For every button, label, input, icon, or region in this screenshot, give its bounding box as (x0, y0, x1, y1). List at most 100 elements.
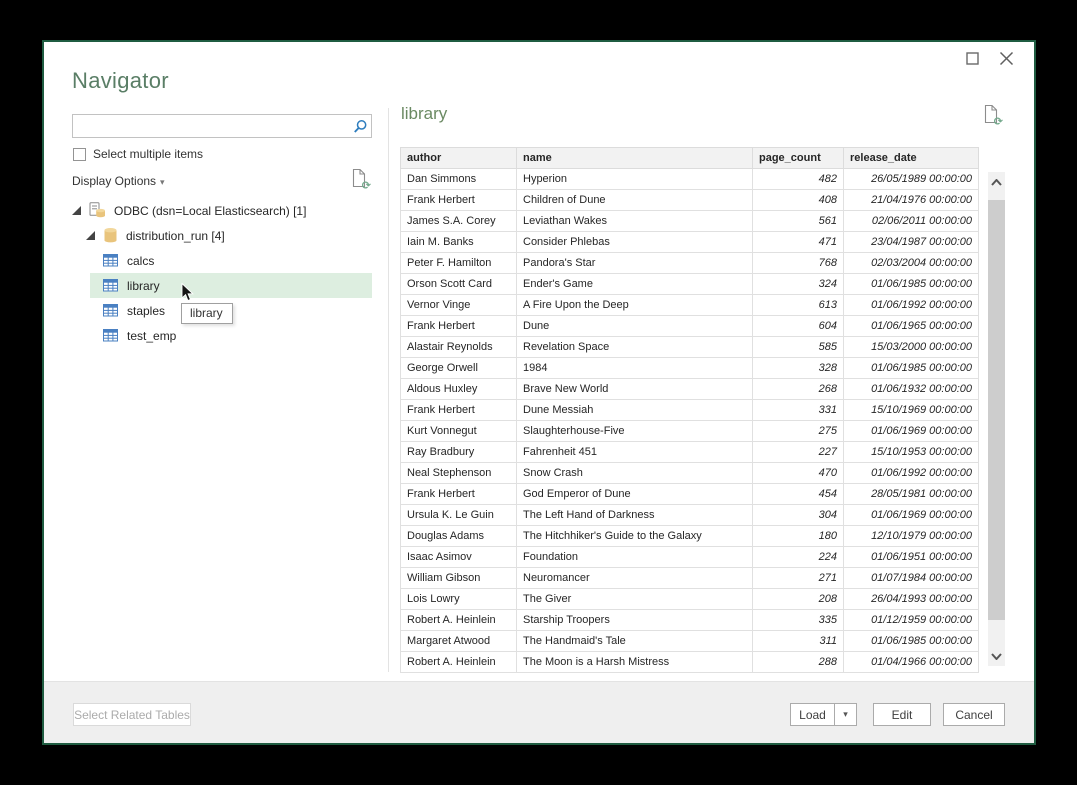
column-header: author (401, 148, 517, 169)
table-cell: 227 (753, 442, 844, 463)
tree-expanded-arrow-icon[interactable] (86, 231, 96, 240)
preview-scrollbar[interactable] (988, 172, 1005, 666)
table-row: Ursula K. Le GuinThe Left Hand of Darkne… (401, 505, 979, 526)
table-cell: 01/06/1932 00:00:00 (844, 379, 979, 400)
tree-refresh-button[interactable]: ⟳ (350, 168, 372, 192)
mouse-cursor-icon (181, 283, 195, 308)
table-row: Peter F. HamiltonPandora's Star76802/03/… (401, 253, 979, 274)
select-related-tables-button[interactable]: Select Related Tables (73, 703, 191, 726)
table-row: James S.A. CoreyLeviathan Wakes56102/06/… (401, 211, 979, 232)
table-row: Frank HerbertDune60401/06/1965 00:00:00 (401, 316, 979, 337)
table-row: William GibsonNeuromancer27101/07/1984 0… (401, 568, 979, 589)
load-dropdown-button[interactable]: ▾ (834, 703, 857, 726)
table-row: Frank HerbertChildren of Dune40821/04/19… (401, 190, 979, 211)
maximize-button[interactable] (962, 48, 982, 68)
table-cell: 454 (753, 484, 844, 505)
table-cell: 470 (753, 463, 844, 484)
table-cell: Revelation Space (517, 337, 753, 358)
preview-refresh-button[interactable]: ⟳ (982, 104, 1004, 128)
table-cell: 12/10/1979 00:00:00 (844, 526, 979, 547)
table-cell: 335 (753, 610, 844, 631)
table-cell: Foundation (517, 547, 753, 568)
table-cell: Starship Troopers (517, 610, 753, 631)
edit-button[interactable]: Edit (873, 703, 931, 726)
tree-item-label: distribution_run [4] (126, 229, 225, 243)
load-button[interactable]: Load (790, 703, 835, 726)
table-cell: 02/06/2011 00:00:00 (844, 211, 979, 232)
search-box (72, 114, 372, 138)
table-row: Frank HerbertDune Messiah33115/10/1969 0… (401, 400, 979, 421)
table-grid-icon (103, 329, 118, 342)
preview-table-body: Dan SimmonsHyperion48226/05/1989 00:00:0… (401, 169, 979, 673)
tree-expanded-arrow-icon[interactable] (72, 206, 82, 215)
table-cell: 275 (753, 421, 844, 442)
table-cell: The Moon is a Harsh Mistress (517, 652, 753, 673)
table-cell: Hyperion (517, 169, 753, 190)
table-cell: 01/06/1992 00:00:00 (844, 295, 979, 316)
table-grid-icon (103, 254, 118, 267)
table-cell: 01/12/1959 00:00:00 (844, 610, 979, 631)
table-cell: 01/06/1969 00:00:00 (844, 421, 979, 442)
table-cell: Brave New World (517, 379, 753, 400)
page-refresh-icon: ⟳ (982, 104, 1000, 124)
table-cell: 328 (753, 358, 844, 379)
select-multiple-checkbox[interactable] (73, 148, 86, 161)
tree-item-table[interactable]: library (90, 273, 372, 298)
table-cell: 23/04/1987 00:00:00 (844, 232, 979, 253)
dialog-title: Navigator (72, 68, 169, 94)
table-cell: 271 (753, 568, 844, 589)
table-cell: 01/06/1969 00:00:00 (844, 505, 979, 526)
table-cell: Orson Scott Card (401, 274, 517, 295)
scroll-down-button[interactable] (988, 646, 1005, 666)
select-multiple-label: Select multiple items (93, 147, 203, 161)
maximize-icon (966, 52, 979, 65)
cancel-button[interactable]: Cancel (943, 703, 1005, 726)
table-row: Lois LowryThe Giver20826/04/1993 00:00:0… (401, 589, 979, 610)
chevron-down-icon: ▾ (160, 177, 165, 187)
table-row: Alastair ReynoldsRevelation Space58515/0… (401, 337, 979, 358)
table-cell: 311 (753, 631, 844, 652)
tree-item-odbc-source[interactable]: ODBC (dsn=Local Elasticsearch) [1] (44, 198, 388, 223)
table-cell: 561 (753, 211, 844, 232)
table-cell: Dune (517, 316, 753, 337)
table-cell: Consider Phlebas (517, 232, 753, 253)
table-cell: 288 (753, 652, 844, 673)
table-cell: 21/04/1976 00:00:00 (844, 190, 979, 211)
table-cell: 224 (753, 547, 844, 568)
table-row: Frank HerbertGod Emperor of Dune45428/05… (401, 484, 979, 505)
column-header: name (517, 148, 753, 169)
table-cell: 324 (753, 274, 844, 295)
table-cell: The Hitchhiker's Guide to the Galaxy (517, 526, 753, 547)
table-cell: 604 (753, 316, 844, 337)
preview-title: library (401, 104, 447, 124)
table-cell: Aldous Huxley (401, 379, 517, 400)
table-cell: 01/07/1984 00:00:00 (844, 568, 979, 589)
table-cell: 01/06/1985 00:00:00 (844, 358, 979, 379)
table-cell: 613 (753, 295, 844, 316)
tree-item-database[interactable]: distribution_run [4] (44, 223, 388, 248)
tree-item-table[interactable]: calcs (90, 248, 372, 273)
table-cell: 26/04/1993 00:00:00 (844, 589, 979, 610)
table-row: Iain M. BanksConsider Phlebas47123/04/19… (401, 232, 979, 253)
chevron-down-icon (991, 653, 1002, 660)
close-icon (999, 51, 1014, 66)
scroll-up-button[interactable] (988, 172, 1005, 192)
table-cell: Kurt Vonnegut (401, 421, 517, 442)
table-cell: 585 (753, 337, 844, 358)
tree-item-label: staples (127, 304, 165, 318)
close-button[interactable] (996, 48, 1016, 68)
column-header: page_count (753, 148, 844, 169)
table-cell: Ray Bradbury (401, 442, 517, 463)
search-icon[interactable] (349, 119, 371, 134)
table-row: Kurt VonnegutSlaughterhouse-Five27501/06… (401, 421, 979, 442)
tree-item-table[interactable]: test_emp (90, 323, 372, 348)
search-input[interactable] (73, 116, 349, 136)
table-cell: 304 (753, 505, 844, 526)
preview-header-row: authornamepage_countrelease_date (401, 148, 979, 169)
table-cell: 408 (753, 190, 844, 211)
select-multiple-row: Select multiple items (73, 147, 203, 161)
scrollbar-thumb[interactable] (988, 200, 1005, 620)
display-options-dropdown[interactable]: Display Options▾ (72, 174, 165, 188)
preview-table: authornamepage_countrelease_date Dan Sim… (400, 147, 979, 673)
navigator-dialog: Navigator Select multiple items Display … (42, 40, 1036, 745)
